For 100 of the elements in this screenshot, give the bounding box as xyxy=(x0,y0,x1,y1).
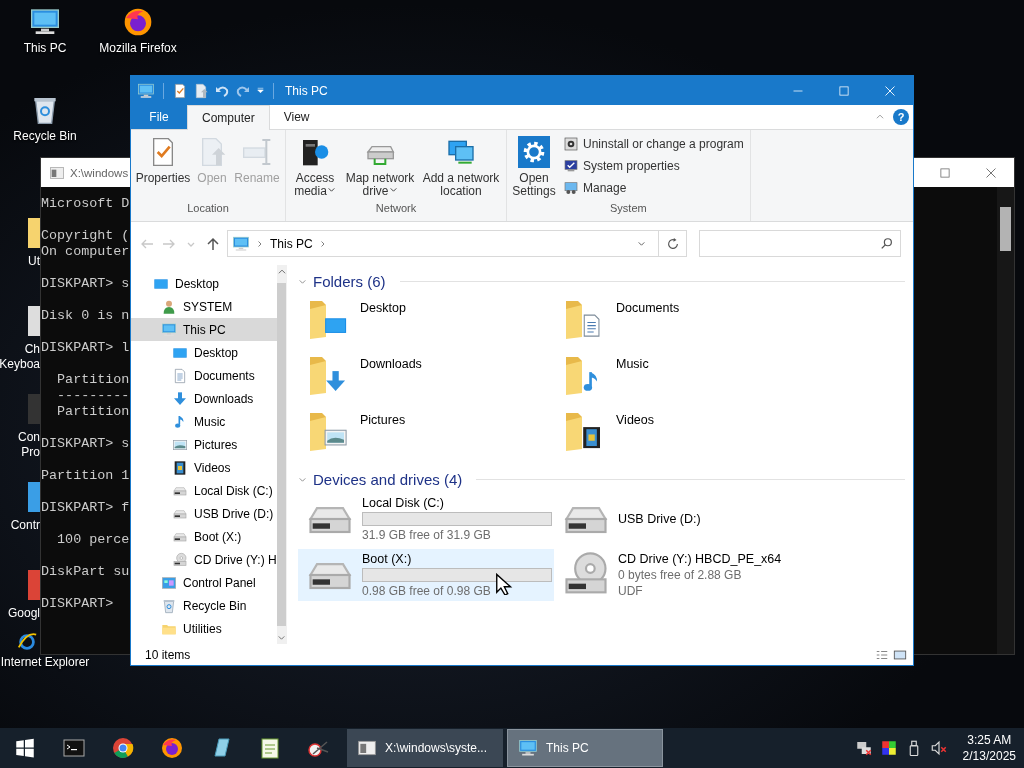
speaker-muted-icon[interactable] xyxy=(929,739,948,757)
console-text: Partition 1 xyxy=(41,468,130,484)
ribbon-group-label: System xyxy=(609,201,648,216)
color-chart-icon[interactable] xyxy=(879,739,898,757)
ribbon-button[interactable]: Map network drive xyxy=(342,134,418,201)
drive-item[interactable]: Boot (X:) 0.98 GB free of 0.98 GB xyxy=(298,549,554,601)
nav-item[interactable]: Boot (X:) xyxy=(131,525,277,548)
console-text: DISKPART> xyxy=(41,596,115,612)
drive-item[interactable]: USB Drive (D:) xyxy=(554,493,810,545)
nav-item[interactable]: Utilities xyxy=(131,617,277,640)
console-text: DISKPART> s xyxy=(41,436,130,452)
nav-item[interactable]: Downloads xyxy=(131,387,277,410)
clock-date[interactable]: 2/13/2025 xyxy=(962,748,1016,764)
drive-details: 0.98 GB free of 0.98 GB xyxy=(362,584,492,598)
scrollbar[interactable] xyxy=(276,265,287,644)
ribbon-button[interactable]: System properties xyxy=(561,156,746,176)
taskbar-window-button[interactable]: This PC xyxy=(507,729,663,767)
nav-item[interactable]: CD Drive (Y:) H xyxy=(131,548,277,571)
close-icon[interactable] xyxy=(985,166,997,179)
large-icons-view-icon[interactable] xyxy=(893,647,907,662)
ribbon-button[interactable]: Uninstall or change a program xyxy=(561,134,746,154)
computer-icon xyxy=(518,738,538,758)
nav-item[interactable]: Control Panel xyxy=(131,571,277,594)
nav-item[interactable]: Recycle Bin xyxy=(131,594,277,617)
console-text: 100 perce xyxy=(56,532,130,548)
taskbar-window-button[interactable]: X:\windows\syste... xyxy=(347,729,503,767)
section-header[interactable]: Devices and drives (4) xyxy=(313,470,463,488)
clock-time[interactable]: 3:25 AM xyxy=(967,732,1012,748)
ribbon-button[interactable]: Add a network location xyxy=(420,134,502,200)
film-strip-icon xyxy=(172,459,188,476)
file-menu-tab[interactable]: File xyxy=(131,105,187,129)
maximize-icon[interactable] xyxy=(939,166,951,179)
collapse-caret-icon[interactable] xyxy=(276,267,287,277)
nav-item[interactable]: USB Drive (D:) xyxy=(131,502,277,525)
folder-name: Videos xyxy=(616,412,654,427)
console-text: DISKPART> l xyxy=(41,340,130,356)
maximize-icon[interactable] xyxy=(838,84,850,97)
folder-item[interactable]: Documents xyxy=(554,295,810,351)
nav-item[interactable]: Music xyxy=(131,410,277,433)
nav-item[interactable]: Pictures xyxy=(131,433,277,456)
computer-icon xyxy=(137,81,155,100)
nav-item[interactable]: Videos xyxy=(131,456,277,479)
address-bar[interactable]: This PC xyxy=(227,230,687,257)
folder-name: Documents xyxy=(616,300,680,315)
desktop-icon-label[interactable]: This PC xyxy=(23,41,67,56)
drive-item[interactable]: Local Disk (C:) 31.9 GB free of 31.9 GB xyxy=(298,493,554,545)
computer-management-icon xyxy=(563,180,579,196)
ribbon-tab[interactable]: View xyxy=(269,105,324,129)
checklist-icon[interactable] xyxy=(172,82,188,99)
ribbon-button[interactable]: Open Settings xyxy=(511,134,557,200)
caret-icon[interactable] xyxy=(637,239,646,248)
open-file-icon[interactable] xyxy=(193,82,209,99)
console-text: DISKPART> s xyxy=(41,276,130,292)
windows-logo-icon[interactable] xyxy=(14,738,35,758)
ribbon-button[interactable]: Access media xyxy=(290,134,340,201)
drive-name: CD Drive (Y:) HBCD_PE_x64 xyxy=(618,552,782,566)
recycle-bin-icon xyxy=(161,597,177,614)
nav-item[interactable]: Documents xyxy=(131,364,277,387)
folder-item[interactable]: Music xyxy=(554,351,810,407)
nav-item[interactable]: Desktop xyxy=(131,341,277,364)
ribbon-tab[interactable]: Computer xyxy=(187,105,270,130)
desktop-icon-label: Contr xyxy=(10,518,40,533)
network-icon[interactable] xyxy=(854,739,873,757)
dropdown-caret-icon[interactable] xyxy=(256,86,265,95)
folder-name: Pictures xyxy=(360,412,406,427)
firefox-icon[interactable] xyxy=(159,736,184,760)
desktop-icon-label[interactable]: Internet Explorer xyxy=(0,655,90,670)
folder-name: Downloads xyxy=(360,356,422,371)
document-icon xyxy=(172,367,188,384)
nav-item[interactable]: SYSTEM xyxy=(131,295,277,318)
up-arrow-icon[interactable] xyxy=(205,235,221,252)
folder-name: Music xyxy=(616,356,649,371)
nav-item[interactable]: Local Disk (C:) xyxy=(131,479,277,502)
scrollbar[interactable] xyxy=(997,187,1014,654)
section-header[interactable]: Folders (6) xyxy=(313,272,386,290)
browser-icon[interactable] xyxy=(16,630,38,652)
folder-item[interactable]: Videos xyxy=(554,407,810,463)
ribbon-group-label: Location xyxy=(186,201,230,216)
folder-item[interactable]: Downloads xyxy=(298,351,554,407)
drive-name: Local Disk (C:) xyxy=(362,496,445,510)
ribbon-button[interactable]: Properties xyxy=(135,134,191,187)
item-count: 10 items xyxy=(145,647,191,662)
collapse-caret-icon[interactable] xyxy=(875,112,885,122)
nav-item[interactable]: This PC xyxy=(131,318,277,341)
search-field[interactable] xyxy=(699,230,901,257)
folder-item[interactable]: Desktop xyxy=(298,295,554,351)
user-icon xyxy=(161,298,177,315)
firefox-icon[interactable] xyxy=(122,6,154,38)
help-button[interactable]: ? xyxy=(893,109,909,125)
breadcrumb[interactable]: This PC xyxy=(270,236,313,251)
drive-item[interactable]: CD Drive (Y:) HBCD_PE_x64 0 bytes free of 2.88 GB UDF xyxy=(554,549,810,601)
program-icon xyxy=(563,136,579,152)
console-text: Partition xyxy=(56,404,130,420)
drive-details: UDF xyxy=(618,584,644,598)
nav-item[interactable]: Desktop xyxy=(131,272,277,295)
console-text: DiskPart su xyxy=(41,564,130,580)
ribbon-button[interactable]: Manage xyxy=(561,178,746,198)
desktop-icon-label[interactable]: Recycle Bin xyxy=(13,129,77,144)
folder-item[interactable]: Pictures xyxy=(298,407,554,463)
desktop-icon-label[interactable]: Mozilla Firefox xyxy=(99,41,177,56)
